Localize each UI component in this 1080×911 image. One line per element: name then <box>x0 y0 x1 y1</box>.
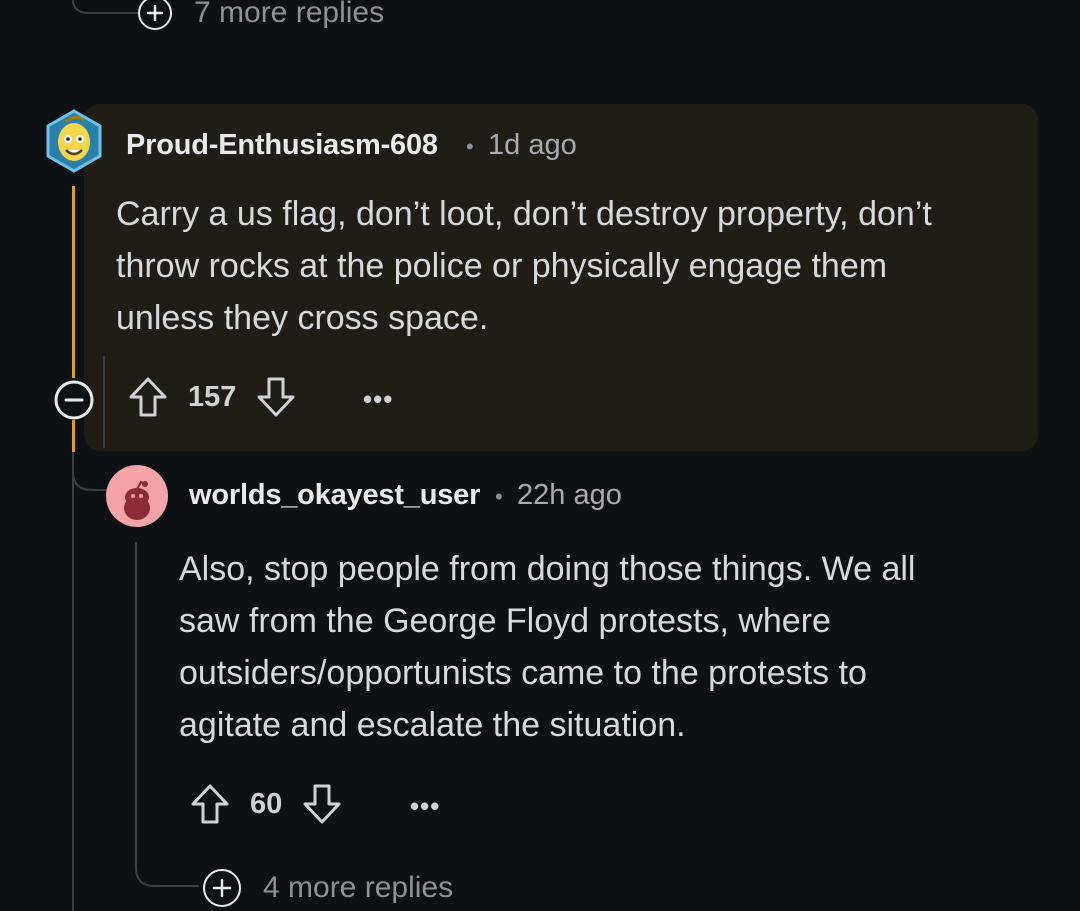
comment1-username[interactable]: Proud-Enthusiasm-608 <box>126 129 438 162</box>
thread-line-inner <box>103 356 105 448</box>
comment1-timestamp: 1d ago <box>488 129 577 161</box>
comment1-body-line: unless they cross space. <box>116 299 489 337</box>
comment2-vote-row: 60 <box>190 783 342 825</box>
arrow-up-icon[interactable] <box>190 783 230 825</box>
more-replies-top[interactable]: 7 more replies <box>138 0 384 30</box>
comment1-body-line: Carry a us flag, don’t loot, don’t destr… <box>116 195 932 233</box>
comment2-timestamp: 22h ago <box>517 479 622 511</box>
thread-curve-bottom <box>135 840 199 887</box>
comment2-body-line: outsiders/opportunists came to the prote… <box>179 654 867 692</box>
comment2-body-line: agitate and escalate the situation. <box>179 706 686 744</box>
arrow-down-icon[interactable] <box>256 376 296 418</box>
thread-line-main <box>72 452 74 911</box>
plus-circle-icon <box>203 869 241 907</box>
plus-circle-icon <box>138 0 172 30</box>
comment2-separator: • <box>495 484 503 509</box>
arrow-up-icon[interactable] <box>128 376 168 418</box>
comment1-score: 157 <box>188 380 237 413</box>
comment2-body-line: Also, stop people from doing those thing… <box>179 550 916 588</box>
comment2-score: 60 <box>250 787 283 820</box>
thread-line-comment2 <box>135 542 137 842</box>
more-replies-label: 7 more replies <box>194 0 385 29</box>
thread-line-accent <box>72 186 75 378</box>
thread-curve-top <box>72 0 138 14</box>
comment1-body: Carry a us flag, don’t loot, don’t destr… <box>116 188 932 344</box>
comment1-separator: • <box>466 134 474 159</box>
comment2-body-line: saw from the George Floyd protests, wher… <box>179 602 831 640</box>
avatar[interactable] <box>105 464 169 528</box>
minus-circle-icon[interactable] <box>53 379 95 421</box>
more-replies-label: 4 more replies <box>263 871 454 904</box>
comment2-body: Also, stop people from doing those thing… <box>179 543 915 751</box>
more-icon[interactable]: ••• <box>363 384 393 415</box>
more-icon[interactable]: ••• <box>410 791 440 822</box>
arrow-down-icon[interactable] <box>302 783 342 825</box>
comment2-username[interactable]: worlds_okayest_user <box>189 479 480 512</box>
more-replies-bottom[interactable]: 4 more replies <box>203 869 453 907</box>
comment1-body-line: throw rocks at the police or physically … <box>116 247 888 285</box>
comment1-vote-row: 157 <box>128 376 296 418</box>
thread-line-accent-lower <box>72 420 75 452</box>
avatar[interactable] <box>44 108 104 174</box>
